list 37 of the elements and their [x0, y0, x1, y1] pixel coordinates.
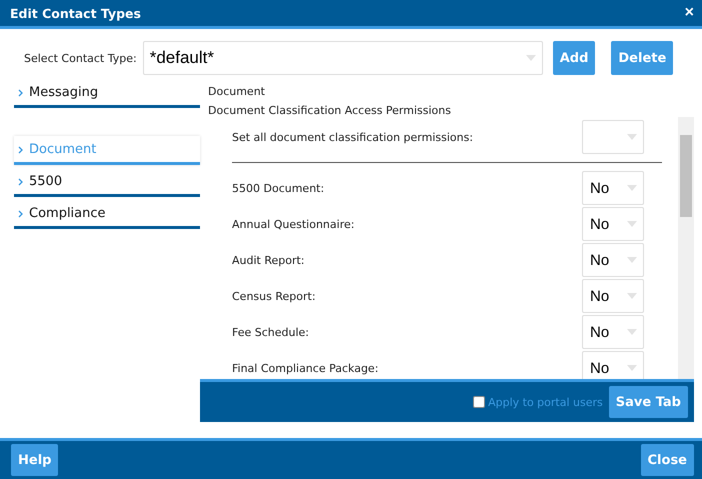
permission-dropdown[interactable]: No [582, 171, 644, 205]
field-label: Set all document classification permissions: [232, 130, 474, 144]
sidebar-tab[interactable]: 5500 [14, 168, 200, 197]
scrollbar[interactable] [678, 117, 694, 379]
field-label: Audit Report: [232, 254, 305, 266]
chevron-right-icon [18, 88, 23, 96]
permission-dropdown[interactable]: No [582, 207, 644, 241]
chevron-right-icon [18, 210, 23, 218]
field-label: Annual Questionnaire: [232, 218, 354, 230]
dropdown-caret-icon [627, 257, 637, 263]
chevron-right-icon [18, 178, 23, 186]
chevron-right-icon [18, 146, 23, 154]
dropdown-caret-icon [627, 293, 637, 299]
field-label: Fee Schedule: [232, 326, 310, 338]
field-label: 5500 Document: [232, 182, 324, 194]
dropdown-caret-icon [627, 134, 637, 140]
permission-dropdown[interactable] [582, 120, 644, 154]
field-label: Select Contact Type: [24, 52, 137, 64]
permission-dropdown[interactable]: No [582, 315, 644, 349]
field-label: Final Compliance Package: [232, 362, 378, 374]
contact-type-dropdown[interactable]: *default* [142, 41, 543, 75]
dropdown-caret-icon [627, 329, 637, 335]
permission-dropdown[interactable]: No [582, 279, 644, 313]
sidebar-group-header[interactable]: Messaging [14, 79, 200, 108]
panel-heading: Document [207, 84, 266, 98]
checkbox[interactable] [473, 396, 486, 408]
window-title: Edit Contact Types [10, 6, 141, 20]
section-heading: Document Classification Access Permissions [207, 103, 452, 117]
dropdown-caret-icon [526, 55, 536, 61]
permission-dropdown[interactable]: No [582, 243, 644, 277]
close-button[interactable]: × [684, 4, 694, 22]
field-label: Census Report: [232, 290, 316, 302]
dropdown-caret-icon [627, 221, 637, 227]
dropdown-caret-icon [627, 365, 637, 371]
dropdown-caret-icon [627, 185, 637, 191]
sidebar-tab[interactable]: Compliance [14, 200, 200, 229]
permission-dropdown[interactable]: No [582, 351, 644, 379]
